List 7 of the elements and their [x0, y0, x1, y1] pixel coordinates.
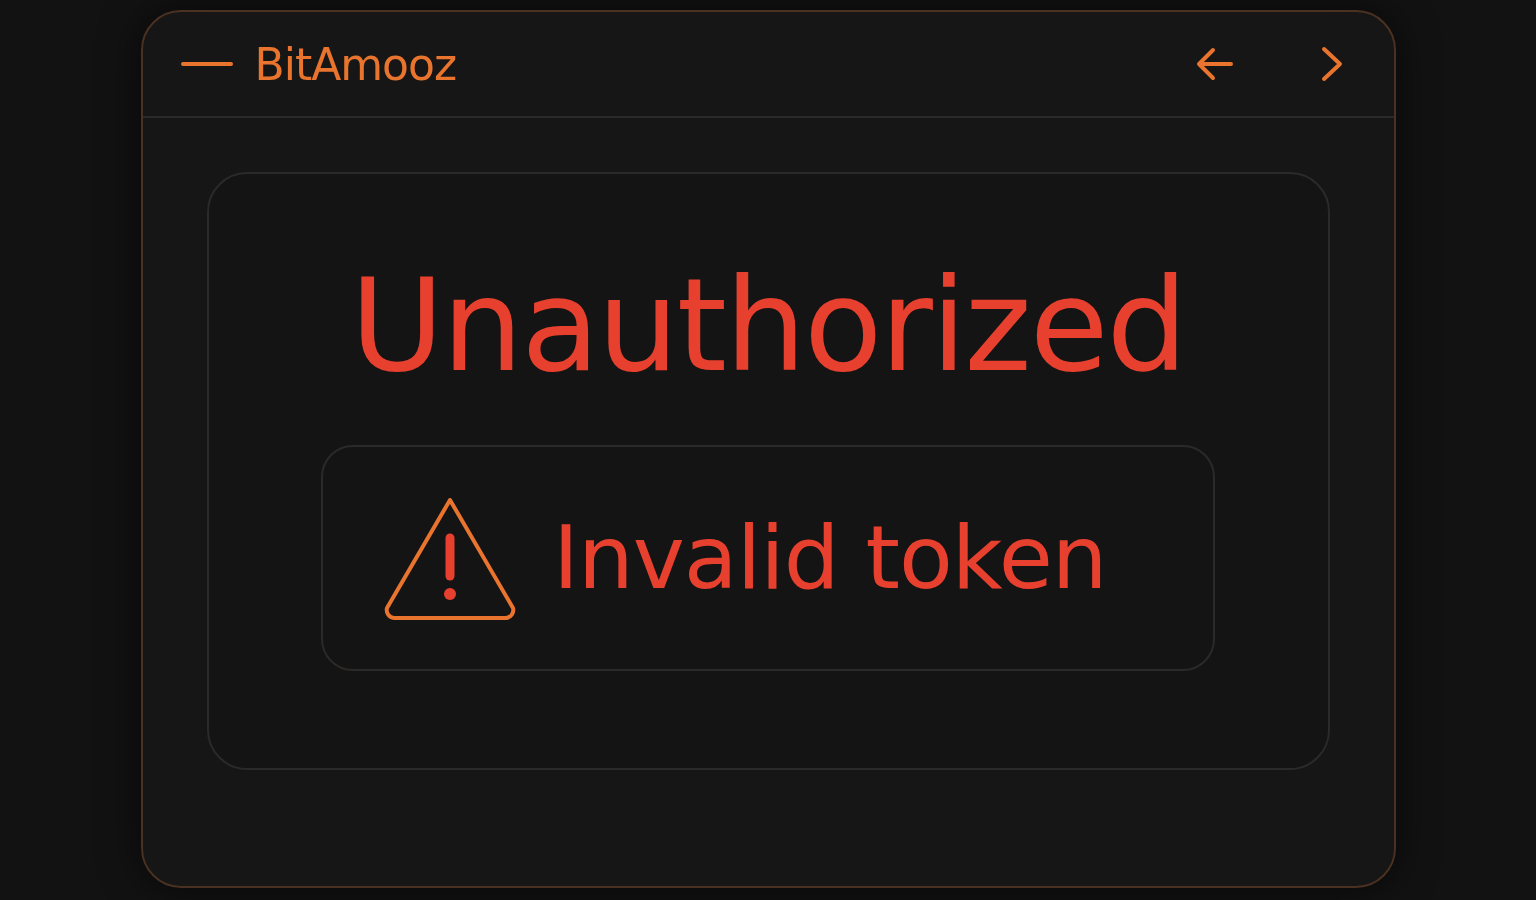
warning-icon — [383, 495, 517, 620]
back-arrow-icon[interactable] — [1195, 47, 1234, 81]
error-message: Invalid token — [553, 506, 1107, 610]
brand-name: BitAmooz — [254, 38, 457, 90]
error-title: Unauthorized — [350, 256, 1186, 397]
chevron-right-icon[interactable] — [1319, 46, 1344, 82]
menu-icon[interactable] — [180, 61, 233, 67]
